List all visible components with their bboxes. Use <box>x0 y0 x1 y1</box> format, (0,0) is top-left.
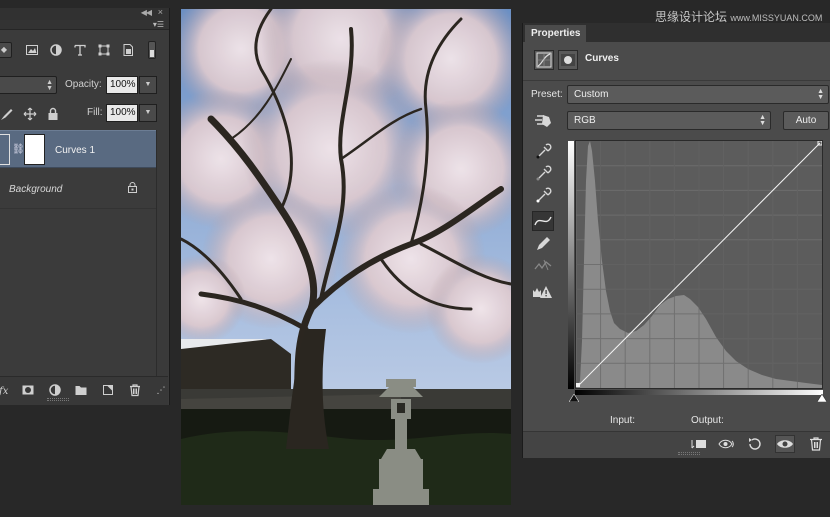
preset-value: Custom <box>574 89 609 100</box>
layers-footer: fx ⋰ <box>0 376 168 405</box>
cherry-blossom-photo <box>181 9 511 505</box>
input-gradient <box>575 390 823 395</box>
adjustment-thumbnail[interactable] <box>0 134 10 165</box>
panel-title-bar: ◀◀ × <box>0 7 169 20</box>
resize-grip-icon[interactable]: ⋰ <box>154 383 168 397</box>
watermark-url: www.MISSYUAN.COM <box>730 13 823 23</box>
lock-all-icon[interactable] <box>46 107 60 121</box>
new-layer-icon[interactable] <box>101 383 115 397</box>
lock-icon <box>127 182 138 193</box>
mask-thumbnail[interactable] <box>24 134 45 165</box>
panel-resize-handle[interactable] <box>678 452 700 455</box>
blend-opacity-row: ▲ ▼ Opacity: 100% ▼ <box>0 75 168 97</box>
trash-icon[interactable] <box>128 383 142 397</box>
smart-object-filter-icon[interactable] <box>121 43 135 57</box>
mask-icon[interactable] <box>21 383 35 397</box>
shape-filter-icon[interactable] <box>97 43 111 57</box>
new-adjustment-icon[interactable] <box>48 383 62 397</box>
type-filter-icon[interactable] <box>73 43 87 57</box>
channel-value: RGB <box>574 115 596 126</box>
layer-filter-row: ◆ <box>0 39 168 61</box>
clipping-warning-icon[interactable] <box>532 283 554 303</box>
black-point-slider[interactable] <box>569 394 579 402</box>
trash-icon[interactable] <box>806 435 826 453</box>
auto-button[interactable]: Auto <box>783 111 829 130</box>
adjustment-filter-icon[interactable] <box>49 43 63 57</box>
filter-kind-select[interactable]: ◆ <box>0 42 12 58</box>
layer-name: Background <box>9 184 63 195</box>
image-filter-icon[interactable] <box>25 43 39 57</box>
tab-properties[interactable]: Properties <box>525 25 587 42</box>
preset-select[interactable]: Custom ▲ ▼ <box>567 85 829 104</box>
output-gradient <box>568 141 574 389</box>
group-icon[interactable] <box>74 383 88 397</box>
lock-fill-row: Fill: 100% ▼ <box>0 104 168 126</box>
layers-panel: ◀◀ × ▾☰ ◆ ▲ ▼ Opacity: 100% ▼ Fill: 100%… <box>0 7 170 405</box>
input-label: Input: <box>610 415 636 426</box>
reset-icon[interactable] <box>745 435 765 453</box>
watermark-text: 思缘设计论坛 <box>655 10 728 24</box>
adjustment-title: Curves <box>585 53 619 64</box>
preset-label: Preset: <box>531 89 563 100</box>
blend-mode-select[interactable]: ▲ ▼ <box>0 76 57 94</box>
curve-point-icon[interactable] <box>532 211 554 231</box>
view-previous-icon[interactable] <box>717 435 737 453</box>
opacity-label: Opacity: <box>65 79 102 90</box>
lock-pixels-icon[interactable] <box>0 107 14 121</box>
layer-row-background[interactable]: Background <box>0 169 156 209</box>
output-label: Output: <box>691 415 724 426</box>
curves-adjustment-icon[interactable] <box>534 50 554 70</box>
fx-icon[interactable]: fx <box>0 383 12 397</box>
fill-dropdown-button[interactable]: ▼ <box>139 104 157 122</box>
divider <box>523 80 830 81</box>
collapse-panel-icon[interactable]: ◀◀ <box>141 8 152 17</box>
target-adjust-icon[interactable] <box>532 111 554 131</box>
panel-menu-icon[interactable]: ▾☰ <box>153 20 164 29</box>
white-point-slider[interactable] <box>817 394 827 402</box>
svg-text:fx: fx <box>0 386 9 397</box>
pencil-icon[interactable] <box>532 234 554 254</box>
lock-position-icon[interactable] <box>23 107 37 121</box>
gray-eyedropper-icon[interactable] <box>532 163 554 183</box>
filter-toggle[interactable] <box>148 41 156 59</box>
curves-histogram <box>575 140 823 388</box>
close-panel-icon[interactable]: × <box>158 7 163 17</box>
layer-row-curves[interactable]: ⛓ Curves 1 <box>0 130 156 168</box>
fill-input[interactable]: 100% <box>106 104 138 122</box>
opacity-input[interactable]: 100% <box>106 76 138 94</box>
visibility-icon[interactable] <box>775 435 795 453</box>
fill-label: Fill: <box>87 107 103 118</box>
layers-scrollbar[interactable] <box>156 130 168 383</box>
black-eyedropper-icon[interactable] <box>532 141 554 161</box>
panel-resize-handle[interactable] <box>47 398 69 401</box>
layer-name: Curves 1 <box>55 145 96 156</box>
curves-graph[interactable] <box>575 140 823 389</box>
properties-panel: Properties Curves Preset: Custom ▲ ▼ RGB … <box>522 23 830 458</box>
channel-select[interactable]: RGB ▲ ▼ <box>567 111 771 130</box>
watermark: 思缘设计论坛 www.MISSYUAN.COM <box>655 8 822 25</box>
white-eyedropper-icon[interactable] <box>532 185 554 205</box>
layer-mask-icon[interactable] <box>558 50 578 70</box>
opacity-dropdown-button[interactable]: ▼ <box>139 76 157 94</box>
document-canvas[interactable] <box>181 9 511 505</box>
smooth-icon[interactable] <box>532 256 554 276</box>
photoshop-workspace: ◀◀ × ▾☰ ◆ ▲ ▼ Opacity: 100% ▼ Fill: 100%… <box>0 0 830 517</box>
link-icon[interactable]: ⛓ <box>12 144 25 155</box>
panel-tab-row: ▾☰ <box>0 20 169 30</box>
properties-footer <box>523 431 830 458</box>
properties-tab-bar: Properties <box>523 23 830 42</box>
clip-to-layer-icon[interactable] <box>689 435 709 453</box>
